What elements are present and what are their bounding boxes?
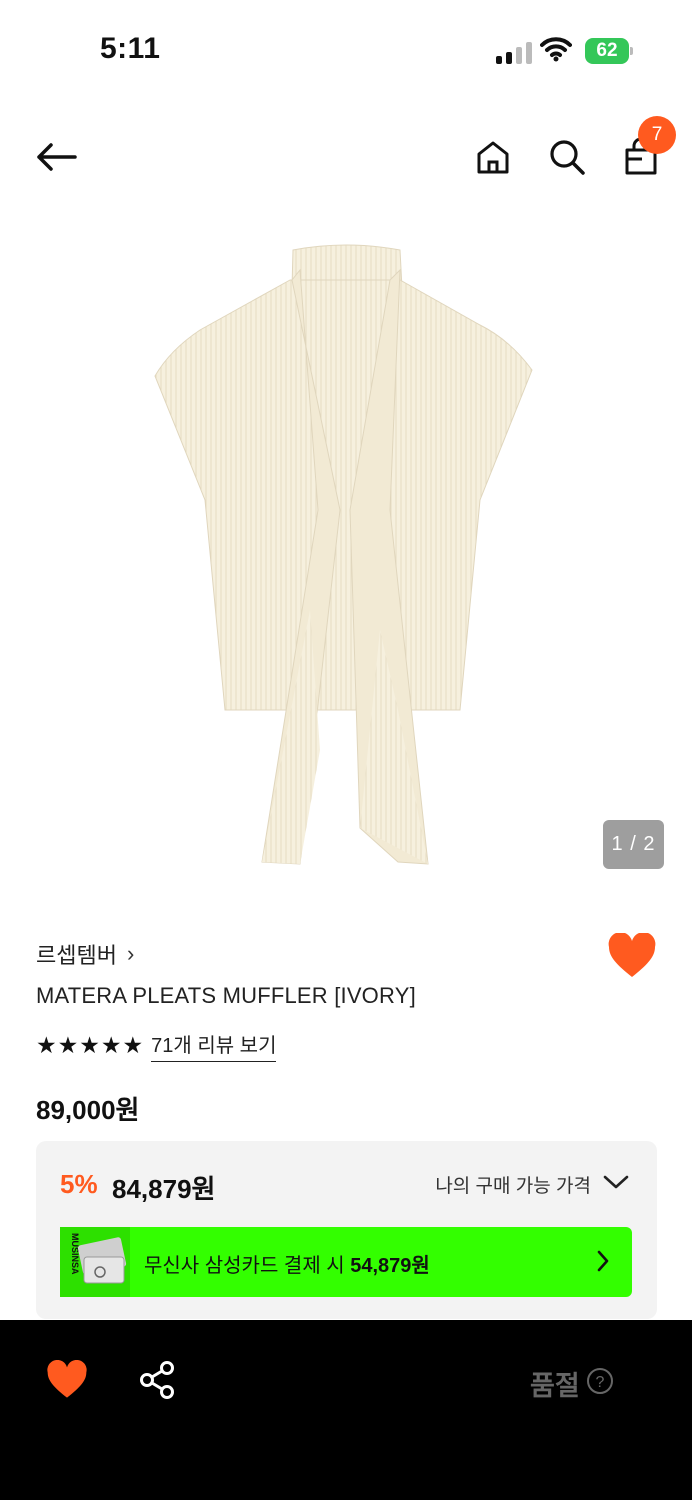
- status-bar: 5:11 62: [0, 0, 692, 100]
- review-link[interactable]: 71개 리뷰 보기: [151, 1029, 277, 1062]
- heart-icon[interactable]: [46, 1359, 88, 1400]
- discount-price: 84,879원: [112, 1174, 216, 1204]
- card-promo-banner[interactable]: MUSINSA 무신사 삼성카드 결제 시 54,879원: [60, 1227, 632, 1297]
- card-promo-text: 무신사 삼성카드 결제 시 54,879원: [144, 1249, 430, 1278]
- soldout-status: 품절 ?: [530, 1364, 614, 1403]
- share-icon[interactable]: [138, 1360, 178, 1400]
- product-image[interactable]: [0, 210, 692, 900]
- chevron-down-icon: [603, 1174, 629, 1195]
- wifi-icon: [540, 36, 572, 67]
- star-icon: ★: [100, 1032, 122, 1058]
- chevron-right-icon: [596, 1249, 610, 1278]
- heart-icon[interactable]: [607, 932, 657, 979]
- star-icon: ★: [122, 1032, 144, 1058]
- discount-rate: 5%: [60, 1169, 98, 1199]
- star-icon: ★: [57, 1032, 79, 1058]
- star-rating: ★ ★ ★ ★ ★: [36, 1034, 143, 1057]
- card-promo-prefix: 무신사 삼성카드 결제 시: [144, 1255, 345, 1277]
- my-price-toggle[interactable]: 나의 구매 가능 가격: [435, 1171, 629, 1198]
- star-icon: ★: [79, 1032, 100, 1058]
- home-icon[interactable]: [471, 135, 515, 179]
- battery-level: 62: [596, 40, 618, 61]
- top-nav-bar: [0, 110, 692, 200]
- my-price-label: 나의 구매 가능 가격: [435, 1176, 591, 1197]
- original-price: 89,000원: [36, 1095, 140, 1125]
- search-icon[interactable]: [545, 135, 589, 179]
- signal-icon: [496, 40, 532, 64]
- product-title: MATERA PLEATS MUFFLER [IVORY]: [36, 983, 416, 1008]
- brand-name: 르셉템버: [36, 943, 117, 968]
- arrow-left-icon[interactable]: [34, 135, 78, 179]
- image-counter: 1 / 2: [603, 820, 664, 869]
- rating-row: ★ ★ ★ ★ ★ 71개 리뷰 보기: [36, 1029, 277, 1062]
- svg-text:?: ?: [595, 1374, 604, 1391]
- soldout-label: 품절: [530, 1371, 580, 1401]
- card-brand-vertical: MUSINSA: [70, 1233, 80, 1275]
- price-box: 5% 84,879원 나의 구매 가능 가격 MUSINSA 무신사 삼성카드 …: [36, 1141, 657, 1319]
- bottom-action-bar: 품절 ?: [0, 1320, 692, 1500]
- question-circle-icon[interactable]: ?: [586, 1367, 614, 1400]
- battery-icon: 62: [585, 38, 633, 64]
- status-time: 5:11: [100, 32, 161, 65]
- card-promo-price: 54,879원: [350, 1255, 430, 1277]
- brand-link[interactable]: 르셉템버 ›: [36, 938, 134, 970]
- card-thumbnail: MUSINSA: [60, 1227, 130, 1297]
- star-icon: ★: [36, 1032, 57, 1058]
- cart-count-badge: 7: [638, 116, 676, 154]
- chevron-right-icon: ›: [126, 941, 135, 966]
